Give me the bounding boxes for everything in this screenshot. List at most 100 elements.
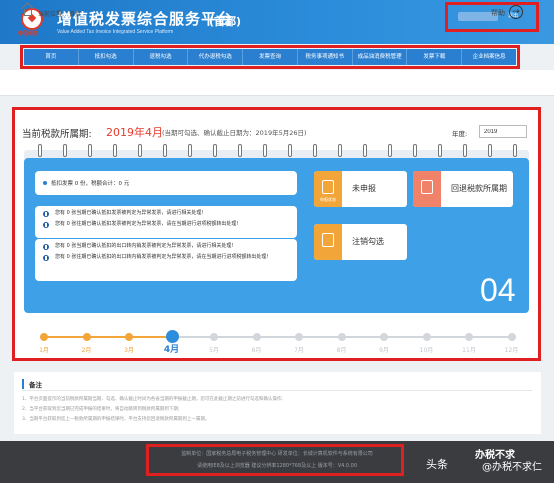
note-line: 3、当期平台获取到您上一税款所属期的申报结果时，平台支持您回退税款所属期到上一属… [22,417,210,422]
month-label-4[interactable]: 4月 [157,342,187,355]
rollback-period-label: 回退税款所属期 [451,184,507,193]
info-icon [43,255,49,261]
document-icon [413,171,441,207]
period-label: 当前税款所属期: [22,129,92,140]
arrow-right-icon[interactable]: → [509,5,523,19]
calendar-ring [188,144,192,157]
notice-group-current: 您有 0 张当期已确认抵扣发票被判定为异常发票，请进行相关处理! 您有 0 张往… [35,206,297,238]
notice-text: 您有 0 张当期已确认抵扣发票被判定为异常发票，请进行相关处理! [55,210,204,216]
nav-item-agent-refund-select[interactable]: 代办退税勾选 [188,49,244,65]
calendar-ring [388,144,392,157]
month-dot-5[interactable] [210,333,218,341]
month-label-12[interactable]: 12月 [497,345,527,354]
cancel-selection-tile[interactable]: 注销勾选 [314,224,407,260]
user-icon: 申报状态 [314,171,342,207]
month-label-11[interactable]: 11月 [454,345,484,354]
month-dot-7[interactable] [295,333,303,341]
notice-item[interactable]: 您有 0 张往期已确认抵扣的出口转内销发票被判定为异常发票，请在当期进行进项税额… [41,254,291,261]
month-label-6[interactable]: 6月 [242,345,272,354]
month-dot-6[interactable] [252,333,261,341]
month-label-3[interactable]: 3月 [114,345,144,354]
app-region: (首都) [209,15,242,28]
notes-title: 备注 [22,379,42,389]
calendar-ring [263,144,267,157]
footer-requirements: 请使用IE8及以上浏览器 建议分辨率1280*768及以上 版本号：V4.0.0… [196,463,358,469]
month-dot-2[interactable] [82,333,91,341]
month-dot-10[interactable] [422,333,431,341]
calendar-ring [288,144,292,157]
calendar-ring [238,144,242,157]
notice-item[interactable]: 您有 0 张当期已确认抵扣的出口转内销发票被判定为异常发票，请进行相关处理! [41,243,291,250]
period-value: 2019年4月 [106,126,163,139]
info-icon [43,244,49,250]
watermark-sub: @办税不求仁 [482,462,542,473]
month-label-2[interactable]: 2月 [72,345,102,354]
calendar-ring [63,144,67,157]
notice-item[interactable]: 您有 0 张当期已确认抵扣发票被判定为异常发票，请进行相关处理! [41,210,291,217]
month-dot-1[interactable] [40,333,48,341]
calendar-ring [138,144,142,157]
notes-panel [14,372,541,434]
checklist-icon [314,224,342,260]
calendar-ring [313,144,317,157]
year-select[interactable] [479,125,527,138]
cancel-selection-label: 注销勾选 [352,237,384,246]
month-dot-12[interactable] [507,333,516,341]
info-icon [43,211,49,217]
month-dot-11[interactable] [465,333,473,341]
month-timeline-progress [44,336,171,338]
month-label-8[interactable]: 8月 [327,345,357,354]
calendar-ring [438,144,442,157]
calendar-ring [463,144,467,157]
month-label-5[interactable]: 5月 [199,345,229,354]
month-dot-3[interactable] [125,333,133,341]
calendar-ring [513,144,517,157]
calendar-ring [38,144,42,157]
calendar-ring [363,144,367,157]
calendar-ring [113,144,117,157]
breadcrumb [0,70,554,96]
app-subtitle: Value Added Tax Invoice Integrated Servi… [57,29,174,35]
calendar-ring [338,144,342,157]
declare-status-tile[interactable]: 申报状态 未申报 [314,171,407,207]
breadcrumb-label: 当前位置: [38,11,65,18]
calendar-ring [88,144,92,157]
home-icon [24,9,32,16]
month-label-10[interactable]: 10月 [412,345,442,354]
nav-item-tax-notice[interactable]: 税务事项通知书 [298,49,353,65]
deduction-summary-text: 抵扣发票 0 份，税额合计：0 元 [51,181,130,187]
nav-item-company-profile[interactable]: 企业档案信息 [462,49,516,65]
nav-item-invoice-query[interactable]: 发票查询 [243,49,298,65]
deduction-summary: 抵扣发票 0 份，税额合计：0 元 [35,171,297,195]
info-icon [43,222,49,228]
note-line: 1、平台页面提示的当前税款所属期当期、勾选、确认截止时间为各省当期的申报截止期，… [22,397,283,402]
month-label-7[interactable]: 7月 [284,345,314,354]
main-nav: 首页 抵扣勾选 退税勾选 代办退税勾选 发票查询 税务事项通知书 成品油消费税管… [24,49,516,65]
rollback-period-tile[interactable]: 回退税款所属期 [413,171,513,207]
notice-item[interactable]: 您有 0 张往期已确认抵扣发票被判定为异常发票，请在当期进行进项税额转出处理! [41,221,291,228]
nav-item-oil-tax[interactable]: 成品油消费税管理 [353,49,408,65]
help-label[interactable]: 帮助 [491,8,505,18]
month-label-9[interactable]: 9月 [369,345,399,354]
declare-status-caption: 申报状态 [320,197,336,202]
watermark-platform: 头条 [426,458,448,471]
nav-item-home[interactable]: 首页 [24,49,79,65]
logo-script: 中国税务 [18,31,39,37]
month-dot-8[interactable] [337,333,346,341]
calendar-ring [213,144,217,157]
year-label: 年度: [452,130,468,138]
declare-status-value: 未申报 [352,184,376,193]
month-label-1[interactable]: 1月 [29,345,59,354]
calendar-ring [163,144,167,157]
bullet-icon [43,181,47,185]
app-title: 增值税发票综合服务平台 [57,10,234,28]
nav-item-deduction-select[interactable]: 抵扣勾选 [79,49,134,65]
month-dot-9[interactable] [380,333,388,341]
note-line: 2、当平台获取到您当期已完成申报的结果时，将自动跳转到税款所属期到下期; [22,407,180,412]
calendar-ring [413,144,417,157]
notice-text: 您有 0 张当期已确认抵扣的出口转内销发票被判定为异常发票，请进行相关处理! [55,243,234,249]
footer-credits: 监制单位：国家税务总局电子税务管理中心 研发单位：长城计算机软件与系统有限公司 [181,451,373,457]
notice-text: 您有 0 张往期已确认抵扣发票被判定为异常发票，请在当期进行进项税额转出处理! [55,221,239,227]
nav-item-refund-select[interactable]: 退税勾选 [134,49,189,65]
nav-item-invoice-download[interactable]: 发票下载 [407,49,463,65]
